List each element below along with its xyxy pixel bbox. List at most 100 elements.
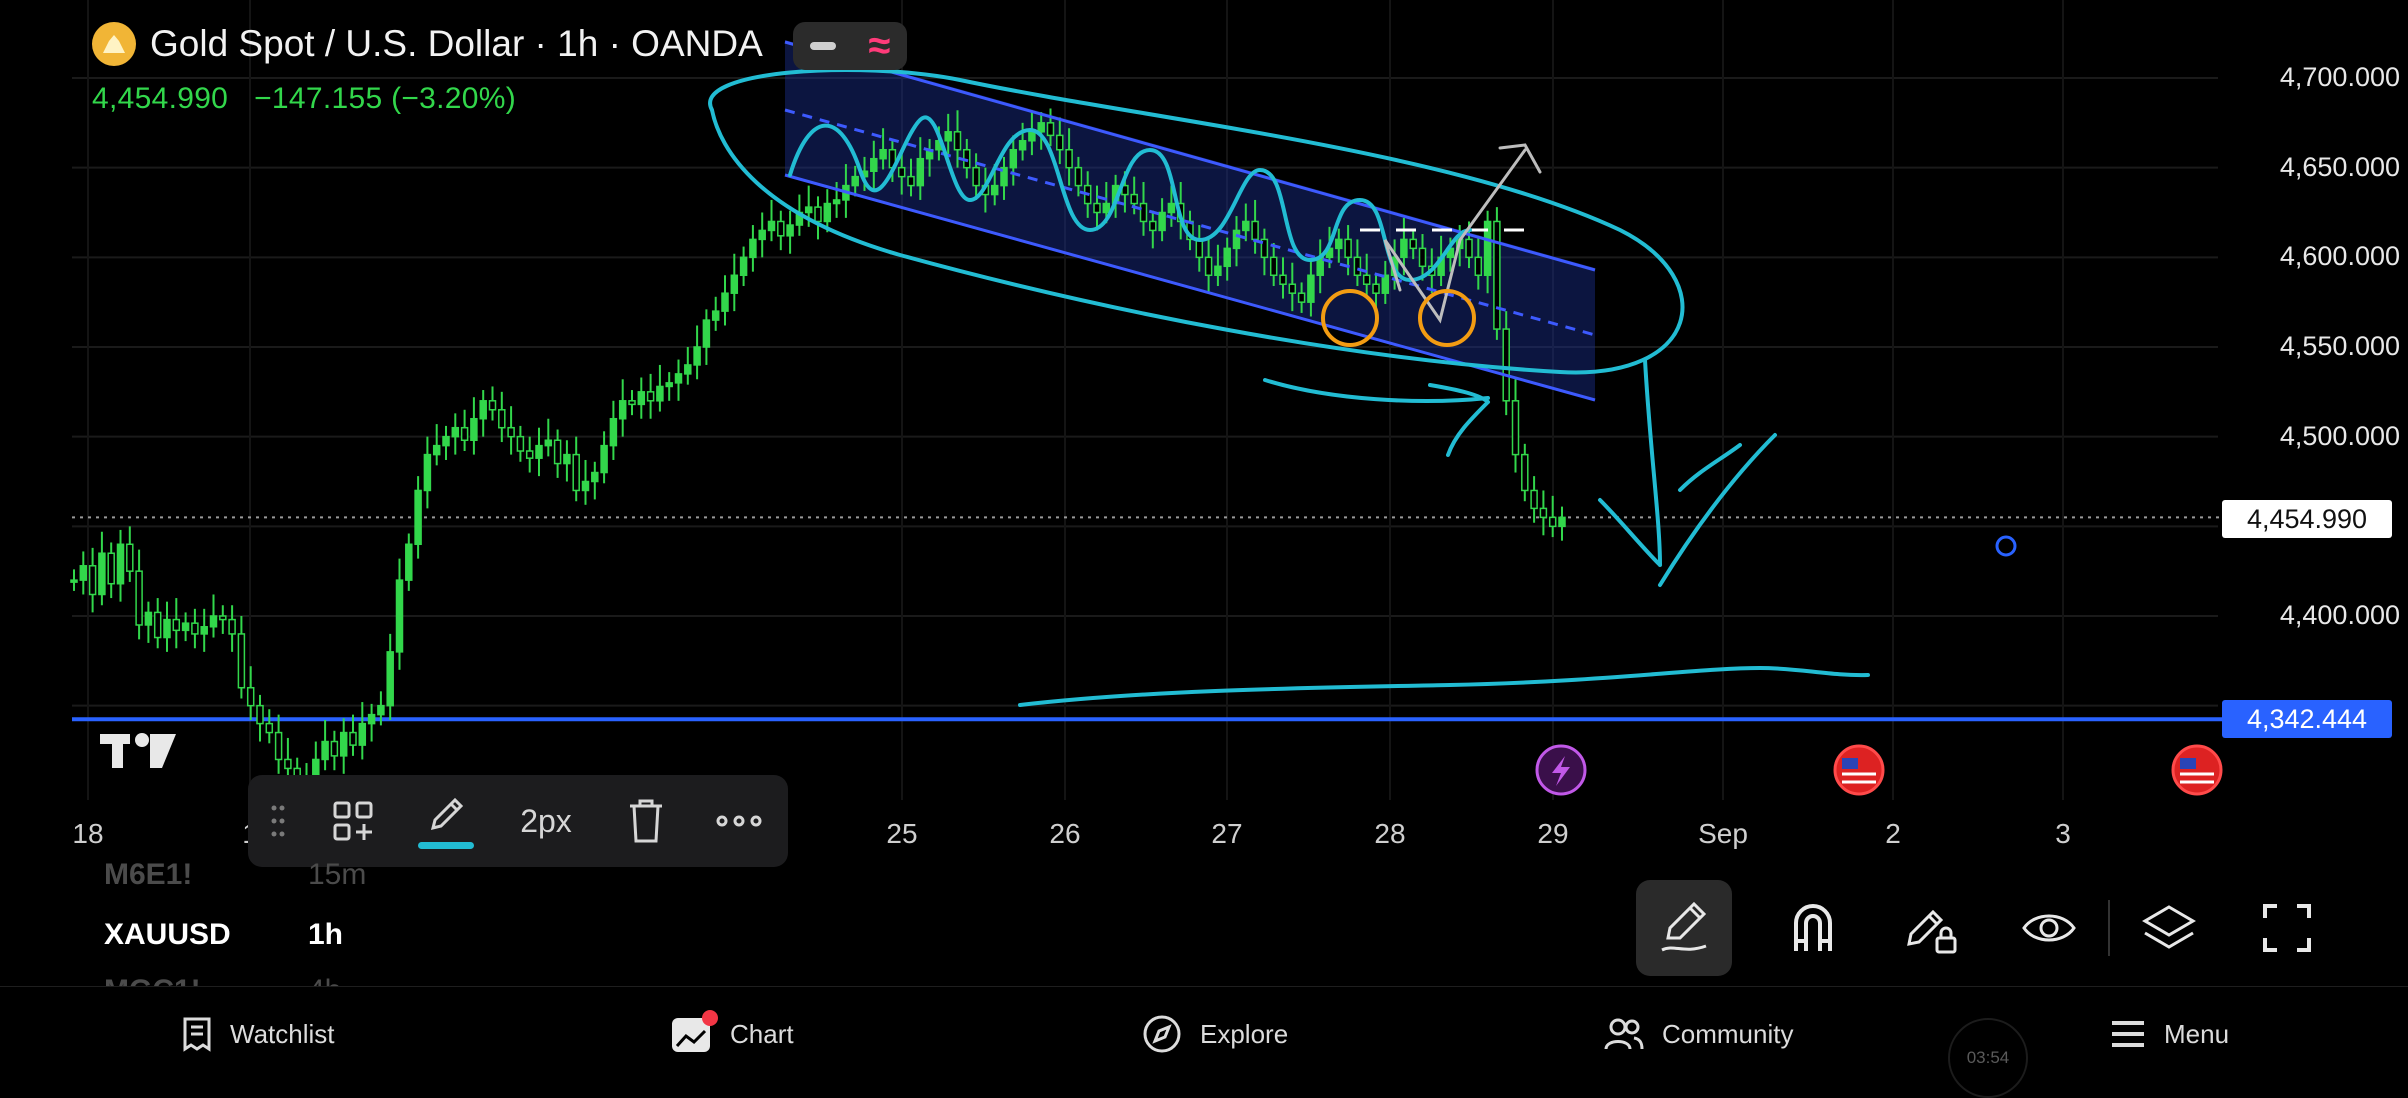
symbol-item-prev[interactable]: M6E1! (104, 858, 192, 892)
candle-body (1046, 122, 1055, 137)
candle-body (1353, 256, 1362, 277)
nav-explore[interactable]: Explore (1142, 1014, 1288, 1054)
candle-body (572, 453, 580, 492)
candle-body (200, 626, 208, 635)
candle-body (265, 722, 274, 734)
eye-icon[interactable] (1990, 880, 2108, 976)
nav-explore-label: Explore (1200, 1018, 1289, 1049)
indicator-toggle-icon[interactable]: ≈ (869, 26, 891, 66)
drawing-toolbar: 2px (248, 775, 788, 867)
candle-body (823, 202, 832, 223)
pencil-icon (430, 797, 464, 830)
candle-body (1223, 247, 1231, 268)
candle-body (563, 453, 571, 465)
candle-body (879, 148, 887, 160)
candle-body (953, 131, 962, 151)
candle-body (804, 206, 813, 214)
chart-tools (1636, 880, 2346, 976)
candle-body (1167, 202, 1176, 214)
candle-body (451, 426, 460, 438)
symbol-item-current[interactable]: XAUUSD (104, 918, 231, 952)
compass-icon (1143, 1015, 1181, 1053)
candle-body (1093, 202, 1101, 214)
candle-body (544, 439, 553, 447)
candle-body (581, 480, 590, 492)
candle-body (944, 131, 952, 142)
symbol-picker[interactable]: M6E1! 15m XAUUSD 1h MGC1! 4h (0, 858, 1600, 1007)
candle-body (1288, 283, 1297, 294)
candle-body (702, 319, 711, 348)
nav-chart[interactable]: Chart (672, 1010, 794, 1054)
lock-drawing-icon[interactable] (1872, 880, 1990, 976)
collapse-icon[interactable] (809, 42, 836, 50)
add-template-icon[interactable] (308, 775, 398, 867)
candle-body (1195, 238, 1204, 259)
nav-menu[interactable]: Menu (2110, 1019, 2229, 1050)
nav-watchlist[interactable]: Watchlist (182, 1016, 335, 1052)
event-icons (1535, 744, 2223, 796)
candle-body (228, 618, 236, 635)
candle-body (1139, 202, 1148, 223)
price-chart[interactable] (0, 0, 2408, 870)
candle-body (321, 740, 329, 761)
chart-title[interactable]: Gold Spot / U.S. Dollar · 1h · OANDA (92, 20, 763, 68)
more-options-icon[interactable] (694, 775, 784, 867)
alert-dot (1995, 535, 2017, 557)
draw-mode-icon[interactable] (1636, 880, 1732, 976)
candle-body (1018, 140, 1027, 151)
magnet-icon[interactable] (1754, 880, 1872, 976)
watchlist-icon (183, 1017, 211, 1052)
candle-body (591, 471, 599, 483)
candle-body (191, 622, 199, 635)
interval-item-prev[interactable]: 15m (308, 858, 366, 892)
price-axis-label: 4,550.000 (2279, 331, 2400, 361)
candle-body (870, 157, 878, 173)
candle-body (1362, 274, 1371, 285)
candle-body (628, 400, 636, 406)
time-axis-label: Sep (1698, 818, 1748, 849)
candle-body (1530, 489, 1538, 510)
chart-title-text: Gold Spot / U.S. Dollar · 1h · OANDA (150, 23, 763, 64)
header-buttons[interactable]: ≈ (793, 22, 907, 70)
candle-body (665, 382, 673, 388)
time-axis-label: 29 (1537, 818, 1569, 849)
line-width-button[interactable]: 2px (494, 775, 598, 867)
candle-body (507, 426, 515, 438)
candle-body (339, 731, 348, 757)
candle-body (1558, 516, 1566, 528)
candle-body (70, 579, 78, 583)
candle-body (126, 543, 134, 572)
fullscreen-icon[interactable] (2228, 880, 2346, 976)
interval-item-current[interactable]: 1h (308, 918, 343, 952)
candle-body (600, 444, 608, 474)
candle-body (972, 166, 980, 187)
candle-body (1037, 122, 1045, 133)
color-swatch (418, 841, 474, 849)
candle-body (1204, 256, 1213, 277)
candle-body (684, 364, 692, 375)
nav-community[interactable]: Community (1604, 1017, 1793, 1051)
price-change: −147.155 (−3.20%) (254, 82, 517, 115)
candle-body (1149, 220, 1157, 232)
chart-icon (672, 1010, 718, 1054)
candle-body (1521, 453, 1529, 492)
candle-body (990, 184, 999, 196)
candle-body (432, 444, 441, 456)
candle-body (460, 426, 469, 442)
candle-body (330, 740, 339, 757)
horizontal-line-price-tag[interactable]: 4,342.444 (2222, 700, 2392, 738)
drag-handle-icon[interactable] (248, 775, 308, 867)
time-axis-label: 2 (1885, 818, 1901, 849)
trash-icon[interactable] (598, 775, 694, 867)
candle-body (525, 450, 534, 459)
tradingview-logo (100, 733, 176, 768)
current-price-tag: 4,454.990 (2222, 500, 2392, 538)
candle-body (163, 618, 171, 639)
candle-body (79, 565, 88, 581)
candle-body (116, 543, 125, 585)
candle-body (386, 651, 394, 707)
pencil-color-button[interactable] (398, 775, 494, 867)
candle-body (349, 731, 357, 746)
gold-logo-icon (92, 22, 136, 66)
layers-icon[interactable] (2110, 880, 2228, 976)
